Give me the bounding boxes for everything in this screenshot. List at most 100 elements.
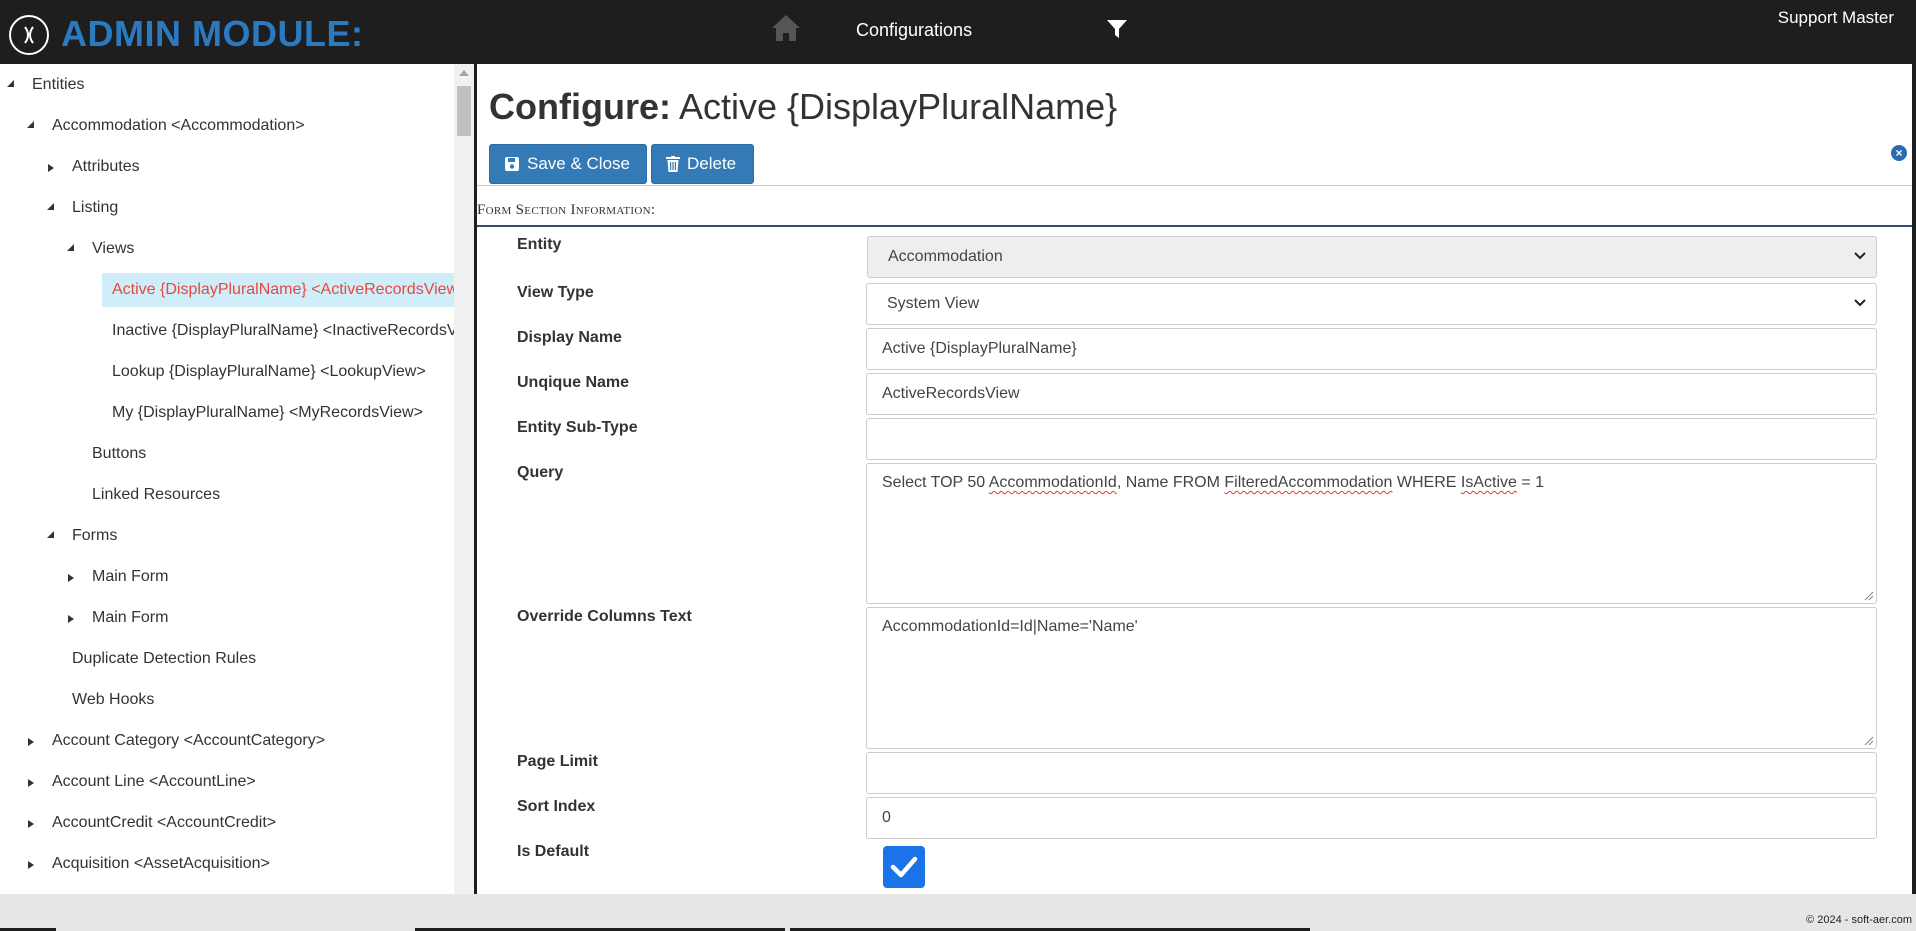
checkmark-icon (890, 856, 918, 878)
unique-name-input[interactable]: ActiveRecordsView (866, 373, 1877, 415)
delete-label: Delete (687, 154, 737, 173)
delete-button[interactable]: Delete (651, 144, 754, 184)
tree-item-view-my[interactable]: My {DisplayPluralName} <MyRecordsView> (112, 393, 423, 427)
tree-item-entities[interactable]: Entities (32, 65, 84, 99)
display-name-label: Display Name (517, 329, 622, 346)
override-columns-value: AccommodationId=Id|Name='Name' (882, 618, 1138, 635)
tree-item-label: Account Line <AccountLine> (52, 773, 256, 790)
sort-index-input[interactable]: 0 (866, 797, 1877, 839)
caret-collapsed-icon[interactable] (26, 860, 36, 870)
is-default-checkbox[interactable] (883, 846, 925, 888)
tree-item-label: Inactive {DisplayPluralName} <InactiveRe… (112, 322, 454, 339)
footer-copyright: © 2024 - soft-aer.com (1806, 914, 1912, 926)
tree-item-label: My {DisplayPluralName} <MyRecordsView> (112, 404, 423, 421)
unique-name-label: Unqique Name (517, 374, 630, 391)
query-textarea[interactable]: Select TOP 50 AccommodationId, Name FROM… (866, 463, 1877, 604)
entity-label: Entity (517, 236, 562, 253)
tree-item-main-form-1[interactable]: Main Form (92, 557, 168, 591)
page-limit-label: Page Limit (517, 753, 598, 770)
close-icon[interactable]: × (1891, 145, 1907, 161)
tree-item-linked-resources[interactable]: Linked Resources (92, 475, 220, 509)
save-icon (505, 157, 519, 171)
page-limit-input[interactable] (866, 752, 1877, 794)
caret-expanded-icon[interactable] (46, 202, 56, 212)
tree-item-attributes[interactable]: Attributes (72, 147, 140, 181)
caret-expanded-icon[interactable] (6, 79, 16, 89)
scroll-thumb[interactable] (457, 86, 471, 136)
display-name-input[interactable]: Active {DisplayPluralName} (866, 328, 1877, 370)
entity-tree: Entities Accommodation <Accommodation> Att… (0, 64, 454, 894)
tree-item-label: Active {DisplayPluralName} <ActiveRecord… (112, 281, 454, 298)
caret-collapsed-icon[interactable] (66, 614, 76, 624)
tree-item-web-hooks[interactable]: Web Hooks (72, 680, 154, 714)
sort-index-label: Sort Index (517, 798, 596, 815)
home-icon[interactable] (770, 13, 802, 48)
tree-item-account-line[interactable]: Account Line <AccountLine> (52, 762, 256, 796)
tree-item-label: Main Form (92, 609, 169, 626)
display-name-value: Active {DisplayPluralName} (882, 340, 1077, 357)
tree-item-view-inactive[interactable]: Inactive {DisplayPluralName} <InactiveRe… (112, 311, 454, 345)
user-menu[interactable]: Support Master (1778, 8, 1894, 28)
caret-expanded-icon[interactable] (66, 243, 76, 253)
brand-title: ADMIN MODULE: (61, 13, 364, 54)
trash-icon (666, 156, 680, 172)
unique-name-value: ActiveRecordsView (882, 385, 1020, 402)
tree-item-accommodation[interactable]: Accommodation <Accommodation> (52, 106, 305, 140)
tree-item-label: Lookup {DisplayPluralName} <LookupView> (112, 363, 426, 380)
is-default-label: Is Default (517, 843, 590, 860)
tree-item-view-active[interactable]: Active {DisplayPluralName} <ActiveRecord… (102, 273, 454, 307)
tree-item-account-category[interactable]: Account Category <AccountCategory> (52, 721, 325, 755)
caret-collapsed-icon[interactable] (26, 819, 36, 829)
top-bar: ADMIN MODULE: Configurations Support Mas… (0, 0, 1916, 64)
nav-configurations-link[interactable]: Configurations (856, 20, 972, 41)
tree-item-duplicate-detection-rules[interactable]: Duplicate Detection Rules (72, 639, 256, 673)
scroll-up-arrow[interactable] (459, 70, 469, 76)
tree-item-label: Linked Resources (92, 486, 221, 503)
chevron-down-icon (1854, 299, 1866, 307)
caret-collapsed-icon[interactable] (26, 778, 36, 788)
entity-value: Accommodation (888, 248, 1003, 265)
tree-item-account-credit[interactable]: AccountCredit <AccountCredit> (52, 803, 276, 837)
tree-item-listing[interactable]: Listing (72, 188, 118, 222)
entity-sub-type-input[interactable] (866, 418, 1877, 460)
section-divider (477, 225, 1912, 227)
tree-item-main-form-2[interactable]: Main Form (92, 598, 168, 632)
logo-icon (9, 15, 49, 55)
caret-collapsed-icon[interactable] (66, 573, 76, 583)
sort-index-value: 0 (882, 809, 891, 826)
save-close-label: Save & Close (527, 154, 630, 173)
tree-item-label: Account Category <AccountCategory> (52, 732, 326, 749)
tree-item-label: Attributes (72, 158, 140, 175)
resize-handle-icon[interactable] (1864, 736, 1874, 746)
tree-item-label: Buttons (92, 445, 147, 462)
page-title: Configure: Active {DisplayPluralName} (489, 86, 1117, 128)
tree-item-label: Accommodation <Accommodation> (52, 117, 305, 134)
page-title-name: Active {DisplayPluralName} (678, 86, 1118, 127)
tree-item-views[interactable]: Views (92, 229, 134, 263)
tree-item-label: Listing (72, 199, 119, 216)
tree-item-buttons[interactable]: Buttons (92, 434, 146, 468)
entity-select: Accommodation (867, 236, 1877, 278)
tree-item-label: Forms (72, 527, 118, 544)
filter-icon[interactable] (1106, 19, 1128, 44)
tree-item-forms[interactable]: Forms (72, 516, 117, 550)
sidebar-scrollbar[interactable] (454, 64, 474, 894)
divider (477, 185, 1912, 186)
query-value: Select TOP 50 AccommodationId, Name FROM… (882, 474, 1545, 491)
tree-item-label: Duplicate Detection Rules (72, 650, 257, 667)
caret-collapsed-icon[interactable] (46, 163, 56, 173)
save-close-button[interactable]: Save & Close (489, 144, 647, 184)
caret-collapsed-icon[interactable] (26, 737, 36, 747)
caret-expanded-icon[interactable] (26, 120, 36, 130)
tree-item-view-lookup[interactable]: Lookup {DisplayPluralName} <LookupView> (112, 352, 426, 386)
override-columns-textarea[interactable]: AccommodationId=Id|Name='Name' (866, 607, 1877, 749)
chevron-down-icon (1854, 252, 1866, 260)
tree-item-label: AccountCredit <AccountCredit> (52, 814, 277, 831)
query-label: Query (517, 464, 564, 481)
override-columns-label: Override Columns Text (517, 608, 692, 625)
tree-item-acquisition[interactable]: Acquisition <AssetAcquisition> (52, 844, 270, 878)
resize-handle-icon[interactable] (1864, 591, 1874, 601)
caret-expanded-icon[interactable] (46, 530, 56, 540)
view-type-select[interactable]: System View (866, 283, 1877, 325)
section-title: Form Section Information: (477, 202, 656, 218)
